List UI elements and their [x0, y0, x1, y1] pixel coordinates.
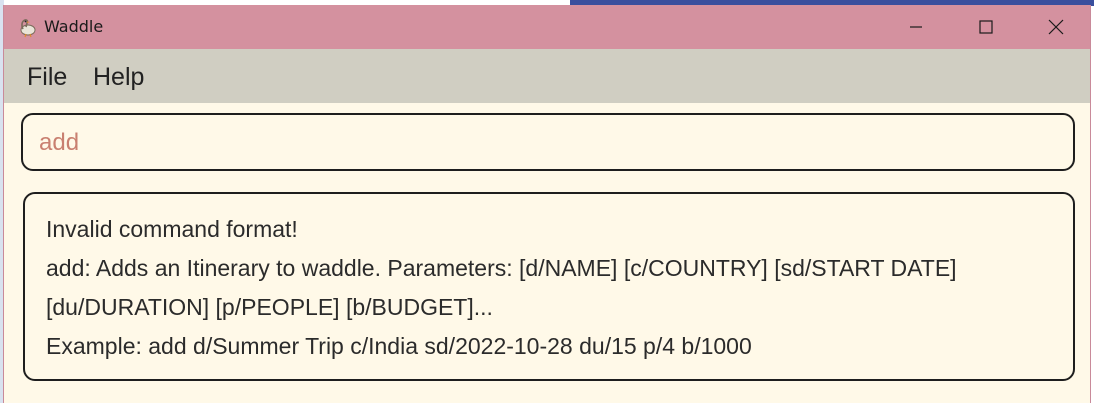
- command-box: [21, 113, 1075, 171]
- result-line-error: Invalid command format!: [46, 216, 298, 242]
- result-line-usage-cont: [du/DURATION] [p/PEOPLE] [b/BUDGET]...: [46, 294, 493, 320]
- menu-file[interactable]: File: [27, 62, 67, 92]
- app-window: Waddle File Help add Invalid command for…: [3, 5, 1091, 403]
- desktop-background: Waddle File Help add Invalid command for…: [0, 0, 1094, 403]
- close-icon: [1048, 19, 1064, 35]
- window-title: Waddle: [44, 17, 104, 36]
- minimize-button[interactable]: [881, 5, 951, 49]
- minimize-icon: [910, 26, 922, 28]
- result-display: Invalid command format! add: Adds an Iti…: [23, 192, 1075, 381]
- result-line-usage: add: Adds an Itinerary to waddle. Parame…: [46, 255, 957, 281]
- close-button[interactable]: [1021, 5, 1090, 49]
- maximize-icon: [979, 20, 993, 34]
- title-bar[interactable]: Waddle: [4, 5, 1090, 49]
- menu-bar: File Help: [4, 49, 1090, 103]
- result-text: Invalid command format! add: Adds an Iti…: [46, 210, 1056, 366]
- goose-icon: [16, 16, 38, 38]
- command-input[interactable]: [39, 127, 1049, 159]
- result-line-example: Example: add d/Summer Trip c/India sd/20…: [46, 333, 752, 359]
- menu-help[interactable]: Help: [93, 62, 144, 92]
- maximize-button[interactable]: [951, 5, 1021, 49]
